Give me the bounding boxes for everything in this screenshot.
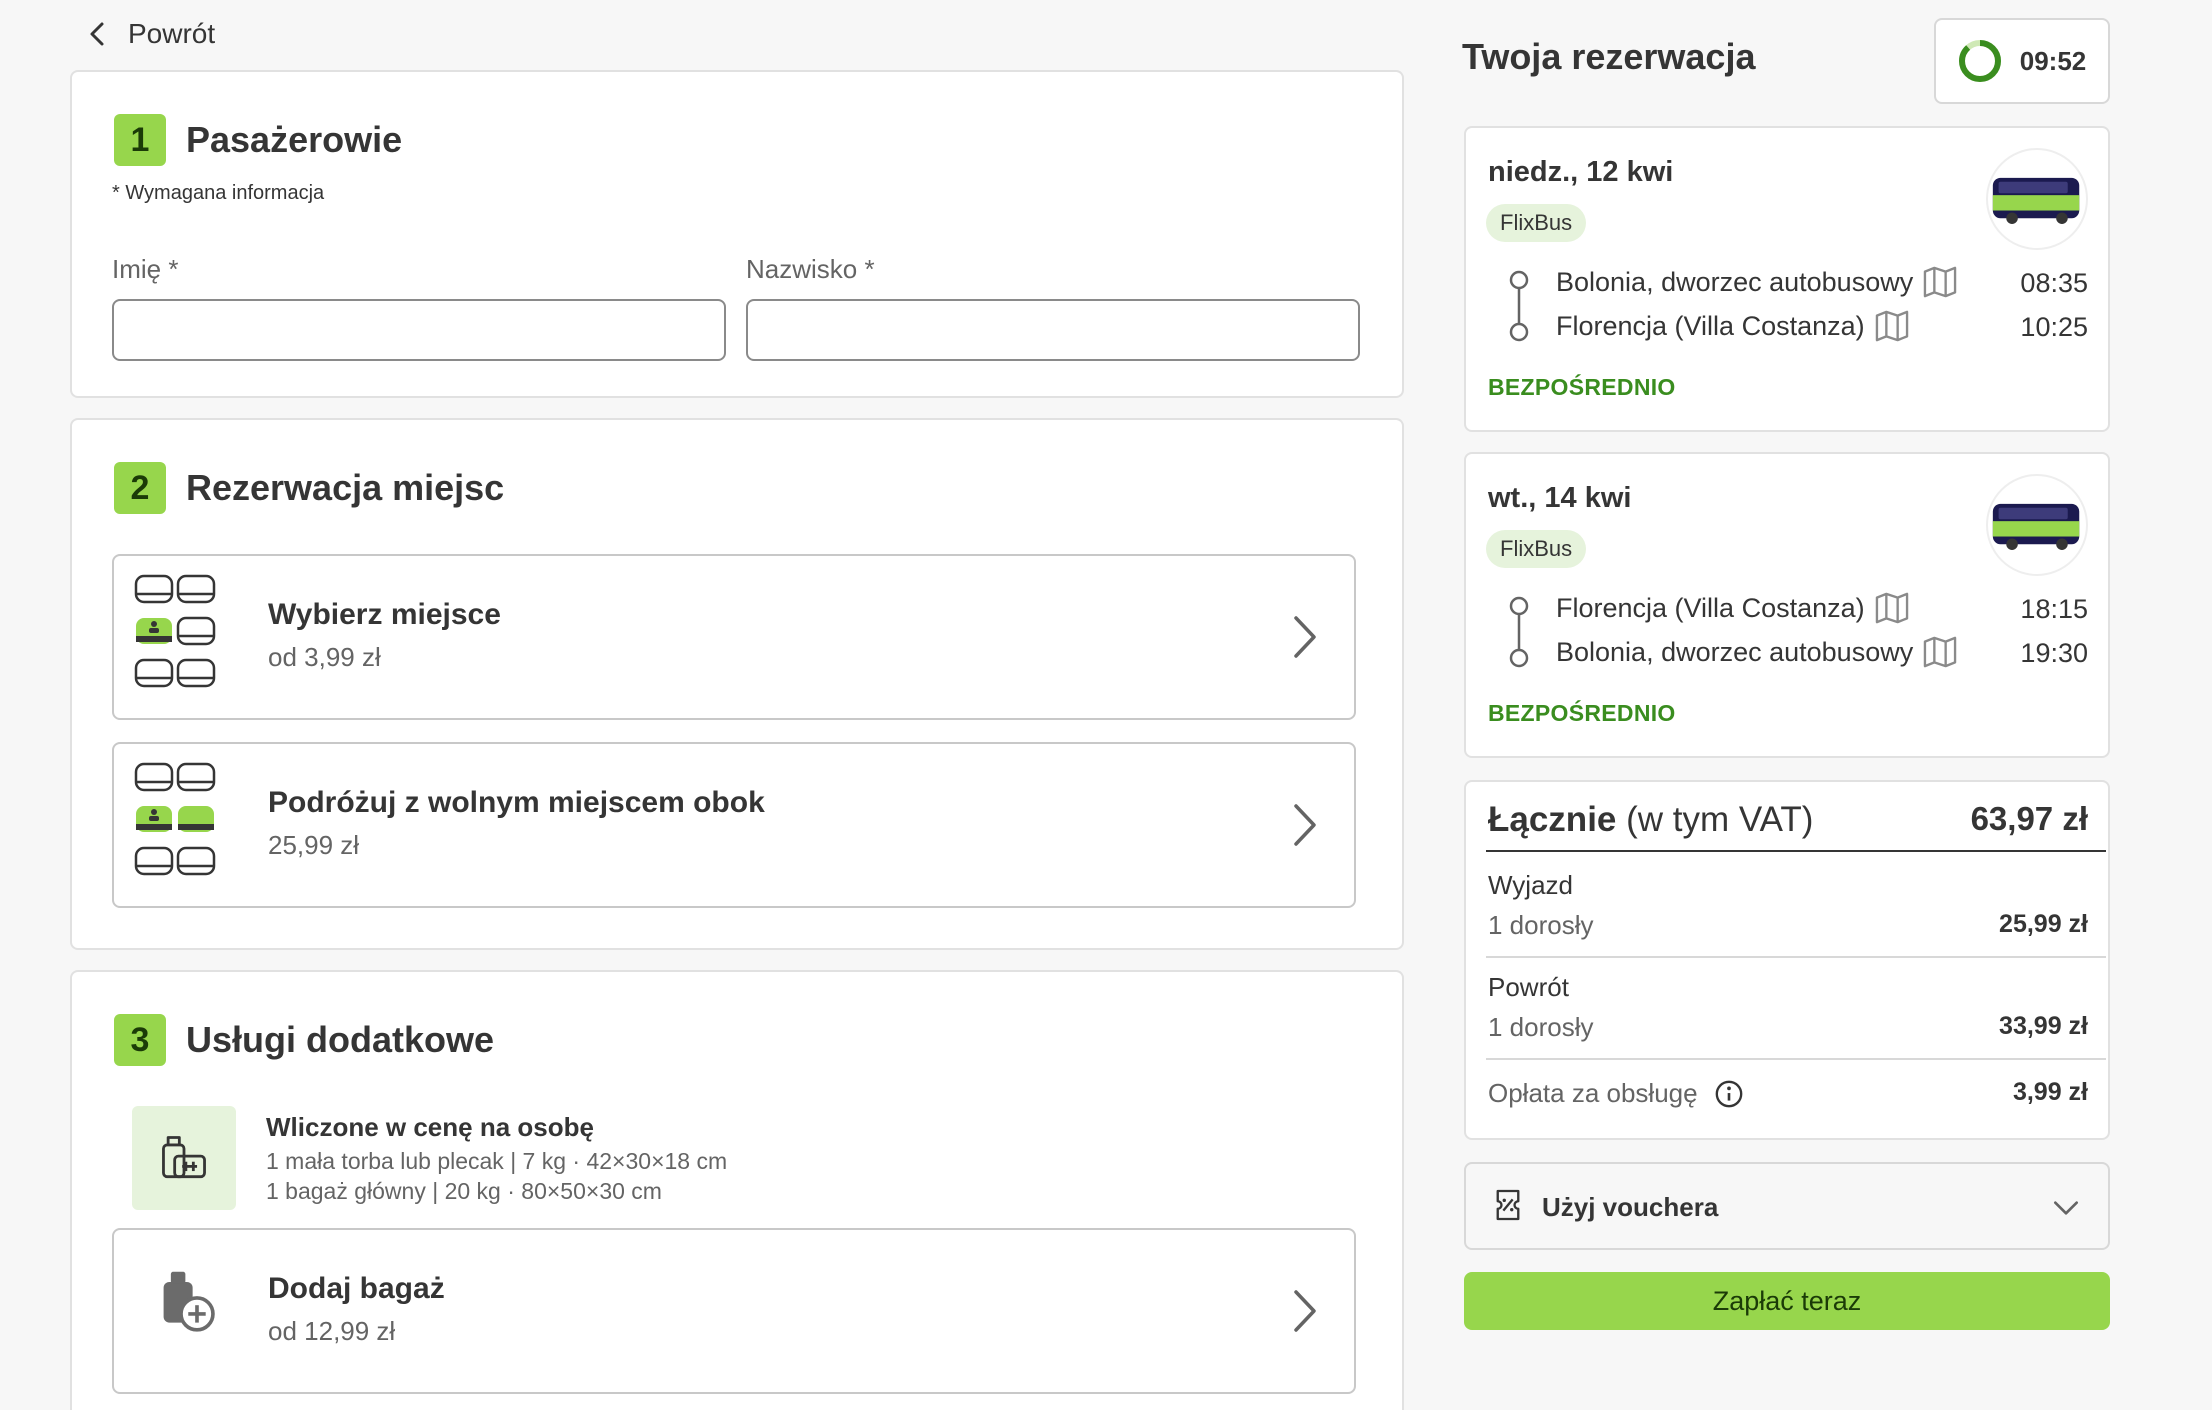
departure-stop: Bolonia, dworzec autobusowy	[1556, 266, 1957, 298]
included-line-main-bag: 1 bagaż główny | 20 kg · 80×50×30 cm	[266, 1178, 662, 1204]
departure-time: 08:35	[2020, 268, 2088, 298]
seat-map-icon	[134, 574, 216, 688]
section-title: Rezerwacja miejsc	[186, 467, 505, 508]
voucher-label: Użyj vouchera	[1542, 1192, 1719, 1222]
outbound-amount: 25,99 zł	[1999, 910, 2088, 938]
arrival-time: 19:30	[2020, 638, 2088, 668]
option-price: od 12,99 zł	[268, 1316, 396, 1346]
chevron-right-icon	[1294, 1290, 1316, 1332]
trip-card-outbound: niedz., 12 kwi FlixBus Bolonia, dworzec …	[1464, 126, 2110, 432]
departure-stop: Florencja (Villa Costanza)	[1556, 592, 1909, 624]
stop-name: Bolonia, dworzec autobusowy	[1556, 636, 1914, 667]
stop-name: Bolonia, dworzec autobusowy	[1556, 266, 1914, 297]
direct-label: BEZPOŚREDNIO	[1488, 374, 1676, 400]
stop-name: Florencja (Villa Costanza)	[1556, 592, 1865, 623]
return-passengers: 1 dorosły	[1488, 1012, 1594, 1042]
last-name-input[interactable]	[746, 299, 1360, 361]
stop-name: Florencja (Villa Costanza)	[1556, 310, 1865, 341]
section-title: Pasażerowie	[186, 119, 403, 160]
service-fee-label: Opłata za obsługę	[1488, 1078, 1698, 1108]
trip-date: wt., 14 kwi	[1488, 482, 1632, 514]
route-icon	[1509, 270, 1529, 342]
arrival-stop: Bolonia, dworzec autobusowy	[1556, 636, 1957, 668]
timer-value: 09:52	[2019, 45, 2087, 76]
operator-badge: FlixBus	[1486, 530, 1587, 568]
back-link[interactable]: Powrót	[86, 18, 215, 50]
price-summary: Łącznie (w tym VAT) 63,97 zł Wyjazd 1 do…	[1464, 780, 2110, 1140]
bus-icon	[1986, 148, 2088, 250]
trip-card-return: wt., 14 kwi FlixBus Florencja (Villa Cos…	[1464, 452, 2110, 758]
add-luggage-icon	[163, 1271, 215, 1332]
return-label: Powrót	[1488, 972, 1569, 1002]
map-icon[interactable]	[1875, 310, 1909, 342]
divider	[1486, 1058, 2106, 1060]
service-fee-amount: 3,99 zł	[2012, 1078, 2088, 1106]
service-fee-row: Opłata za obsługę	[1488, 1078, 1744, 1109]
included-line-small-bag: 1 mała torba lub plecak | 7 kg · 42×30×1…	[266, 1148, 728, 1174]
last-name-label: Nazwisko *	[746, 254, 875, 284]
first-name-label: Imię *	[112, 254, 179, 284]
seat-map-icon	[134, 762, 216, 876]
choose-seat-option[interactable]: Wybierz miejsce od 3,99 zł	[112, 554, 1356, 720]
voucher-toggle[interactable]: Użyj vouchera	[1464, 1162, 2110, 1250]
reservation-title: Twoja rezerwacja	[1462, 36, 1756, 77]
divider	[1486, 850, 2106, 852]
timer-ring-icon	[1958, 40, 2001, 82]
step-number: 1	[114, 114, 166, 166]
passengers-section: 1 Pasażerowie * Wymagana informacja Imię…	[70, 70, 1404, 398]
arrival-time: 10:25	[2020, 312, 2088, 342]
reservation-timer: 09:52	[1934, 18, 2110, 104]
first-name-field: Imię *	[112, 254, 726, 361]
section-title: Usługi dodatkowe	[186, 1019, 495, 1060]
option-title: Dodaj bagaż	[268, 1272, 445, 1305]
total-label-bold: Łącznie	[1488, 800, 1617, 839]
chevron-right-icon	[1294, 804, 1316, 846]
back-label: Powrót	[128, 18, 216, 49]
add-luggage-option[interactable]: Dodaj bagaż od 12,99 zł	[112, 1228, 1356, 1394]
return-amount: 33,99 zł	[1999, 1012, 2088, 1040]
option-title: Wybierz miejsce	[268, 598, 501, 631]
pay-now-button[interactable]: Zapłać teraz	[1464, 1272, 2110, 1330]
chevron-left-icon	[90, 22, 104, 46]
map-icon[interactable]	[1875, 592, 1909, 624]
free-seat-next-option[interactable]: Podróżuj z wolnym miejscem obok 25,99 zł	[112, 742, 1356, 908]
step-number: 2	[114, 462, 166, 514]
included-title: Wliczone w cenę na osobę	[266, 1112, 594, 1142]
trip-date: niedz., 12 kwi	[1488, 156, 1674, 188]
option-title: Podróżuj z wolnym miejscem obok	[268, 786, 765, 819]
map-icon[interactable]	[1923, 636, 1957, 668]
bus-icon	[1986, 474, 2088, 576]
outbound-passengers: 1 dorosły	[1488, 910, 1594, 940]
outbound-label: Wyjazd	[1488, 870, 1574, 900]
required-note: * Wymagana informacja	[112, 182, 325, 204]
direct-label: BEZPOŚREDNIO	[1488, 700, 1676, 726]
voucher-icon	[1496, 1189, 1520, 1221]
departure-time: 18:15	[2020, 594, 2088, 624]
passengers-header: 1 Pasażerowie	[114, 114, 402, 166]
total-label-vat: (w tym VAT)	[1616, 800, 1814, 839]
total-amount: 63,97 zł	[1970, 800, 2088, 837]
chevron-right-icon	[1294, 616, 1316, 658]
divider	[1486, 956, 2106, 958]
seat-reservation-section: 2 Rezerwacja miejsc Wybierz miejsce od 3…	[70, 418, 1404, 950]
chevron-down-icon	[2053, 1201, 2078, 1215]
route-icon	[1509, 596, 1529, 668]
info-icon[interactable]	[1714, 1079, 1744, 1109]
last-name-field: Nazwisko *	[746, 254, 1360, 361]
option-price: od 3,99 zł	[268, 642, 381, 672]
luggage-icon	[132, 1106, 236, 1210]
option-price: 25,99 zł	[268, 830, 360, 860]
extras-section: 3 Usługi dodatkowe Wliczone w cenę na os…	[70, 970, 1404, 1410]
step-number: 3	[114, 1014, 166, 1066]
arrival-stop: Florencja (Villa Costanza)	[1556, 310, 1909, 342]
operator-badge: FlixBus	[1486, 204, 1587, 242]
extras-header: 3 Usługi dodatkowe	[114, 1014, 494, 1066]
seats-header: 2 Rezerwacja miejsc	[114, 462, 504, 514]
total-label: Łącznie (w tym VAT)	[1488, 800, 1813, 840]
first-name-input[interactable]	[112, 299, 726, 361]
map-icon[interactable]	[1923, 266, 1957, 298]
